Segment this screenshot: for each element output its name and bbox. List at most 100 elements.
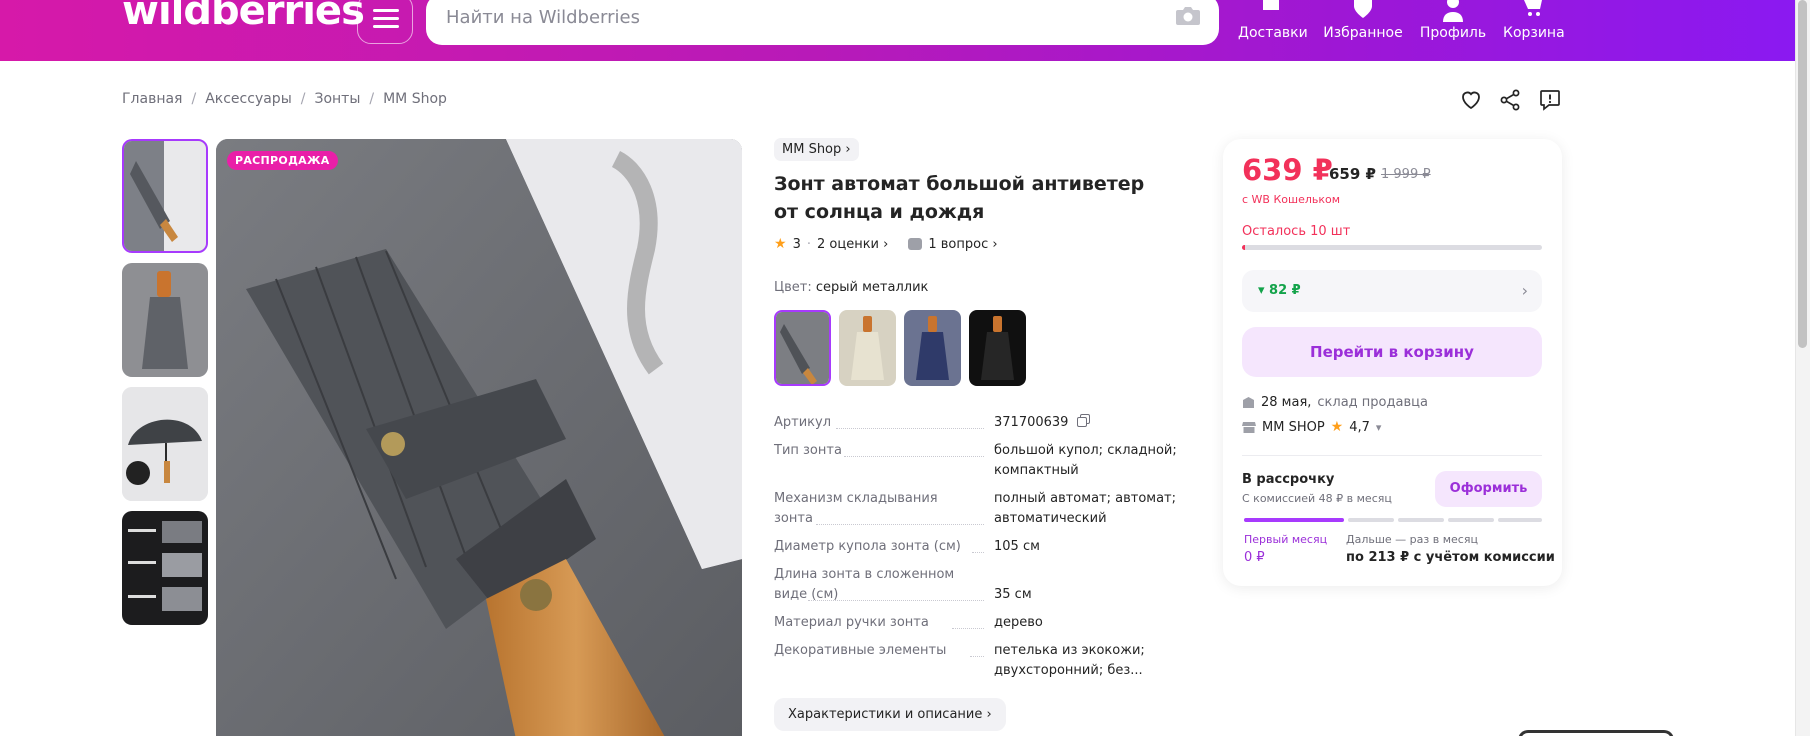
- installment-subtitle: С комиссией 48 ₽ в месяц: [1242, 492, 1392, 505]
- delivery-source: склад продавца: [1317, 395, 1428, 410]
- spec-dots: [972, 552, 984, 553]
- breadcrumb-home[interactable]: Главная: [122, 91, 182, 107]
- gallery-thumbnail-2[interactable]: [122, 263, 208, 377]
- reviews-count: 2 оценки: [816, 236, 879, 252]
- question-icon: [908, 238, 923, 250]
- infographic-thumbnail-image: [122, 511, 208, 625]
- nav-profile[interactable]: Профиль: [1418, 0, 1488, 41]
- old-price: 1 999 ₽: [1381, 167, 1431, 182]
- seller-name: MM SHOP: [1262, 419, 1325, 435]
- spec-value: 35 см: [994, 587, 1032, 602]
- seller-rating: 4,7: [1349, 419, 1370, 435]
- seller-row[interactable]: MM SHOP ★ 4,7 ▾: [1242, 419, 1381, 435]
- umbrella-swatch-image: [776, 312, 829, 384]
- umbrella-swatch-image: [969, 310, 1026, 386]
- breadcrumb-separator: /: [369, 91, 375, 107]
- catalog-menu-button[interactable]: [357, 0, 413, 44]
- breadcrumb-accessories[interactable]: Аксессуары: [205, 91, 292, 107]
- nav-favorites[interactable]: Избранное: [1323, 0, 1403, 41]
- color-line: Цвет: серый металлик: [774, 280, 928, 295]
- umbrella-thumbnail-image: [122, 263, 208, 377]
- gallery-thumbnail-1[interactable]: [122, 139, 208, 253]
- rating-value: 3: [792, 236, 801, 252]
- main-product-image[interactable]: РАСПРОДАЖА: [216, 139, 742, 736]
- next-months-label: Дальше — раз в месяц: [1346, 533, 1478, 546]
- cart-icon: [1524, 0, 1542, 16]
- star-icon: ★: [1330, 419, 1344, 435]
- installment-step: [1448, 518, 1494, 522]
- spec-dots: [816, 524, 984, 525]
- floating-widget-edge[interactable]: [1518, 730, 1674, 736]
- color-swatch-grey[interactable]: [774, 310, 831, 386]
- search-bar[interactable]: Найти на Wildberries: [426, 0, 1219, 45]
- umbrella-photo: [216, 139, 742, 736]
- favorite-heart-icon[interactable]: [1459, 88, 1483, 112]
- questions-link[interactable]: 1 вопрос ›: [928, 237, 997, 252]
- color-swatch-beige[interactable]: [839, 310, 896, 386]
- copy-icon[interactable]: [1076, 414, 1090, 427]
- brand-name: MM Shop: [782, 142, 842, 157]
- color-value: серый металлик: [815, 280, 929, 295]
- spec-value: большой купол; складной; компактный: [994, 443, 1177, 478]
- brand-link[interactable]: MM Shop ›: [774, 138, 859, 161]
- scrollbar-thumb[interactable]: [1798, 0, 1807, 348]
- box-icon: [1263, 0, 1279, 10]
- breadcrumb-shop[interactable]: MM Shop: [383, 91, 447, 107]
- separator-dot: ·: [806, 236, 811, 252]
- chevron-down-icon: ▾: [1375, 420, 1382, 434]
- installment-apply-button[interactable]: Оформить: [1435, 471, 1542, 507]
- rating-row: ★ 3 · 2 оценки › 1 вопрос ›: [774, 236, 998, 252]
- share-icon[interactable]: [1498, 88, 1522, 112]
- color-swatch-black[interactable]: [969, 310, 1026, 386]
- breadcrumb: Главная / Аксессуары / Зонты / MM Shop: [122, 91, 447, 107]
- go-to-cart-button[interactable]: Перейти в корзину: [1242, 327, 1542, 377]
- discount-row[interactable]: ▾ 82 ₽ ›: [1242, 270, 1542, 312]
- spec-value: дерево: [994, 615, 1043, 630]
- nav-deliveries[interactable]: Доставки: [1238, 0, 1308, 41]
- spec-dots: [952, 628, 984, 629]
- nav-profile-label: Профиль: [1419, 25, 1487, 41]
- first-month-label: Первый месяц: [1244, 533, 1328, 546]
- spec-key: Материал ручки зонта: [774, 615, 929, 630]
- report-icon[interactable]: [1538, 88, 1562, 112]
- characteristics-label: Характеристики и описание: [788, 707, 983, 722]
- characteristics-button[interactable]: Характеристики и описание ›: [774, 698, 1006, 731]
- discount-value: ▾ 82 ₽: [1258, 283, 1301, 298]
- umbrella-swatch-image: [839, 310, 896, 386]
- page-scrollbar[interactable]: [1795, 0, 1810, 736]
- heart-icon: [1354, 0, 1372, 18]
- breadcrumb-separator: /: [191, 91, 197, 107]
- spec-key: Длина зонта в сложенном виде (см): [774, 567, 955, 602]
- gallery-thumbnail-4[interactable]: [122, 511, 208, 625]
- sale-badge: РАСПРОДАЖА: [227, 151, 338, 170]
- nav-cart[interactable]: Корзина: [1503, 0, 1565, 41]
- breadcrumb-umbrellas[interactable]: Зонты: [314, 91, 360, 107]
- wildberries-logo[interactable]: wildberries: [122, 0, 365, 34]
- spec-key: Артикул: [774, 415, 832, 430]
- spec-key: Механизм складывания зонта: [774, 491, 938, 526]
- wallet-note: с WB Кошельком: [1242, 193, 1341, 206]
- questions-count: 1 вопрос: [928, 236, 989, 252]
- umbrella-thumbnail-image: [124, 141, 206, 251]
- installment-steps: [1244, 518, 1542, 522]
- product-page: wildberries Найти на Wildberries Доставк…: [0, 0, 1810, 736]
- wallet-price: 639 ₽: [1242, 153, 1333, 187]
- gallery-thumbnail-3[interactable]: [122, 387, 208, 501]
- color-swatch-blue[interactable]: [904, 310, 961, 386]
- nav-deliveries-label: Доставки: [1238, 25, 1308, 41]
- stock-progress-fill: [1242, 245, 1245, 250]
- reviews-link[interactable]: 2 оценки ›: [817, 237, 888, 252]
- spec-key: Диаметр купола зонта (см): [774, 539, 961, 554]
- article-number: 371700639: [994, 415, 1069, 430]
- camera-search-icon[interactable]: [1175, 4, 1201, 26]
- divider: [1242, 455, 1542, 456]
- color-label: Цвет:: [774, 280, 812, 295]
- product-title: Зонт автомат большой антиветер от солнца…: [774, 173, 1145, 223]
- spec-value: петелька из экокожи; двухсторонний; без.…: [994, 643, 1145, 678]
- installment-title: В рассрочку: [1242, 472, 1335, 487]
- price-card: 639 ₽ 659 ₽ 1 999 ₽ с WB Кошельком Остал…: [1223, 139, 1562, 586]
- spec-dots: [836, 428, 984, 429]
- search-input[interactable]: Найти на Wildberries: [446, 7, 640, 28]
- next-months-value: по 213 ₽ с учётом комиссии: [1346, 550, 1555, 565]
- spec-value: 105 см: [994, 539, 1040, 554]
